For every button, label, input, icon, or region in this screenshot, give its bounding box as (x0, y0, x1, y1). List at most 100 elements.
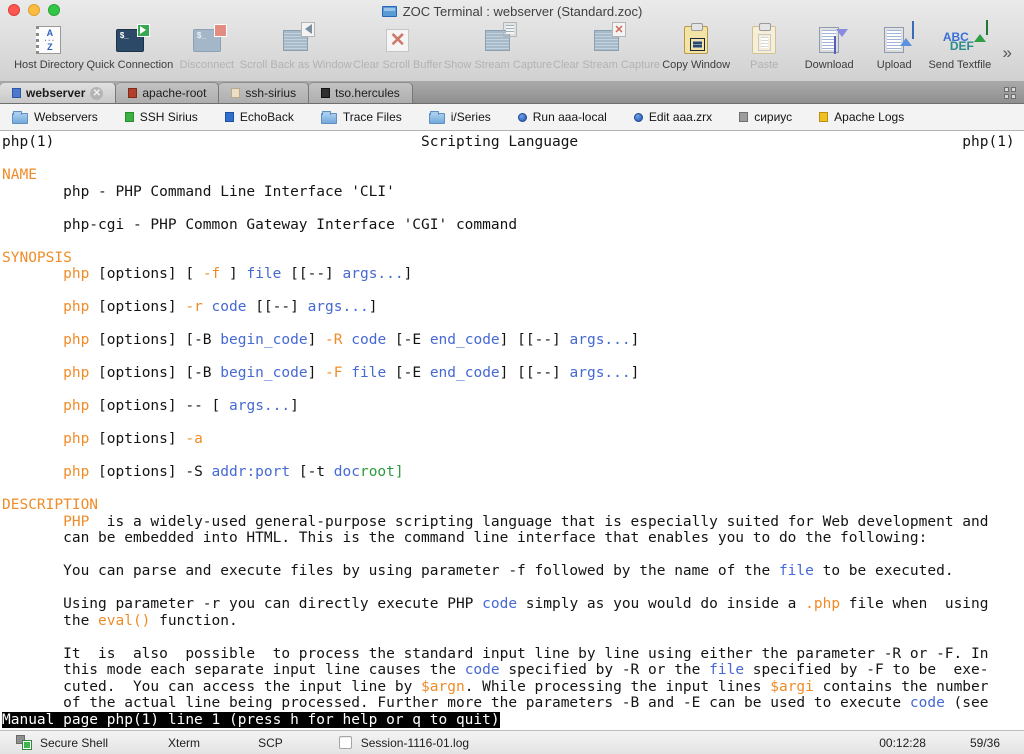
minimize-window-button[interactable] (28, 4, 40, 16)
tab-label: apache-root (142, 86, 207, 100)
tab-ssh-sirius[interactable]: ssh-sirius (219, 82, 310, 103)
terminal-line: php [options] -r code [[--] args...] (63, 299, 378, 315)
traffic-lights (8, 4, 60, 16)
toolbar-send-textfile-button[interactable]: ABC DEF Send Textfile (928, 20, 991, 71)
quick-button-сириус[interactable]: сириус (739, 110, 792, 124)
host-directory-icon: A ··· Z (30, 24, 68, 56)
toolbar-copy-window-button[interactable]: Copy Window (662, 23, 730, 71)
session-type-icon (321, 88, 331, 98)
square-icon (739, 112, 749, 122)
quick-button-label: SSH Sirius (139, 110, 198, 124)
quick-button-edit-aaa-zrx[interactable]: Edit aaa.zrx (633, 110, 713, 124)
status-transfer-protocol[interactable]: SCP (258, 736, 283, 750)
terminal-line: SYNOPSIS (2, 249, 72, 266)
toolbar: A ··· Z Host Directory $_ Quick Connection $_ D… (0, 20, 1024, 71)
toolbar-host-directory-button[interactable]: A ··· Z Host Directory (14, 24, 84, 71)
logging-checkbox[interactable] (338, 736, 352, 749)
paste-icon (745, 23, 783, 56)
toolbar-overflow-button[interactable]: » (997, 43, 1018, 63)
folder-icon (320, 110, 337, 124)
toolbar-button-label: Scroll Back as Window (239, 59, 352, 71)
close-window-button[interactable] (8, 4, 20, 16)
session-type-icon (231, 88, 241, 98)
terminal-line: this mode each separate input line cause… (2, 662, 989, 678)
quick-button-label: Run aaa-local (532, 110, 607, 124)
app-window-icon (381, 6, 397, 17)
terminal-line: php [options] -- [ args...] (63, 398, 299, 414)
quick-button-apache-logs[interactable]: Apache Logs (819, 110, 904, 124)
toolbar-button-label: Upload (876, 59, 912, 71)
quick-button-label: Apache Logs (834, 110, 905, 124)
disconnect-icon: $_ (188, 23, 227, 56)
window-title-text: ZOC Terminal : webserver (Standard.zoc) (402, 4, 643, 19)
terminal-line: Using parameter -r you can directly exec… (2, 596, 989, 612)
show-stream-icon (479, 21, 518, 56)
toolbar-button-label: Paste (750, 59, 779, 71)
quick-button-run-aaa-local[interactable]: Run aaa-local (517, 110, 607, 124)
status-connection-type[interactable]: Secure Shell (40, 736, 108, 750)
tab-tso-hercules[interactable]: tso.hercules (309, 82, 413, 103)
toolbar-clear-scroll-buffer-button: ✕ Clear Scroll Buffer (353, 24, 443, 71)
quick-button-label: Trace Files (342, 110, 402, 124)
quick-button-i-series[interactable]: i/Series (428, 110, 491, 124)
terminal-line: php - PHP Command Line Interface 'CLI' (2, 183, 395, 200)
zoc-terminal-window: ZOC Terminal : webserver (Standard.zoc) … (0, 0, 1024, 754)
quick-button-bar: Webservers SSH Sirius EchoBack Trace Files i… (0, 104, 1024, 131)
terminal-screen[interactable]: php(1) Scripting Language php(1) NAME ph… (0, 131, 1024, 730)
square-icon (819, 112, 829, 122)
toolbar-scroll-back-as-window-button: Scroll Back as Window (239, 21, 352, 71)
toolbar-button-label: Clear Scroll Buffer (353, 59, 443, 71)
terminal-line: Manual page php(1) line 1 (press h for h… (2, 711, 500, 728)
status-log-file[interactable]: Session-1116-01.log (361, 736, 469, 750)
zoom-window-button[interactable] (48, 4, 60, 16)
toolbar-button-label: Host Directory (14, 59, 84, 71)
quick-button-label: Edit aaa.zrx (648, 110, 713, 124)
upload-icon (875, 21, 915, 56)
folder-icon (428, 110, 445, 124)
terminal-line: It is also possible to process the stand… (2, 645, 989, 662)
quick-button-label: сириус (754, 110, 793, 124)
terminal-line: php(1) Scripting Language php(1) (2, 134, 1015, 150)
quick-button-label: i/Series (450, 110, 491, 124)
quick-button-label: Webservers (34, 110, 98, 124)
tab-label: webserver (26, 86, 86, 100)
terminal-line: php [options] [ -f ] file [[--] args...] (63, 266, 413, 282)
terminal-line: php-cgi - PHP Common Gateway Interface '… (2, 216, 518, 233)
terminal-line: php [options] -a (63, 431, 203, 447)
dot-icon (517, 112, 527, 122)
tab-close-icon[interactable]: ✕ (90, 86, 104, 100)
terminal-line: of the actual line being processed. Furt… (2, 695, 989, 711)
tab-apache-root[interactable]: apache-root (116, 82, 220, 103)
quick-button-trace-files[interactable]: Trace Files (320, 110, 402, 124)
terminal-line: NAME (2, 167, 37, 183)
toolbar-download-button[interactable]: Download (800, 24, 858, 71)
status-emulation[interactable]: Xterm (168, 736, 200, 750)
toolbar-quick-connection-button[interactable]: $_ Quick Connection (86, 23, 173, 71)
tab-bar: webserver ✕ apache-root ssh-sirius tso.hercu… (0, 82, 1024, 104)
copy-window-icon (677, 23, 715, 56)
toolbar-button-label: Show Stream Capture (443, 59, 552, 71)
tab-webserver[interactable]: webserver ✕ (0, 82, 117, 103)
toolbar-show-stream-capture-button: Show Stream Capture (443, 21, 552, 71)
tab-label: tso.hercules (335, 86, 400, 100)
toolbar-paste-button: Paste (735, 23, 793, 71)
tab-overview-icon[interactable] (1004, 87, 1016, 99)
terminal-line: DESCRIPTION (2, 497, 99, 513)
quick-button-echoback[interactable]: EchoBack (224, 110, 294, 124)
quick-button-webservers[interactable]: Webservers (12, 110, 98, 124)
quick-connection-icon: $_ (111, 23, 150, 56)
terminal-line: PHP is a widely-used general-purpose scr… (63, 513, 989, 530)
connection-status-icon (16, 735, 32, 750)
toolbar-upload-button[interactable]: Upload (865, 21, 923, 71)
tab-label: ssh-sirius (245, 86, 297, 100)
quick-button-ssh-sirius[interactable]: SSH Sirius (124, 110, 198, 124)
